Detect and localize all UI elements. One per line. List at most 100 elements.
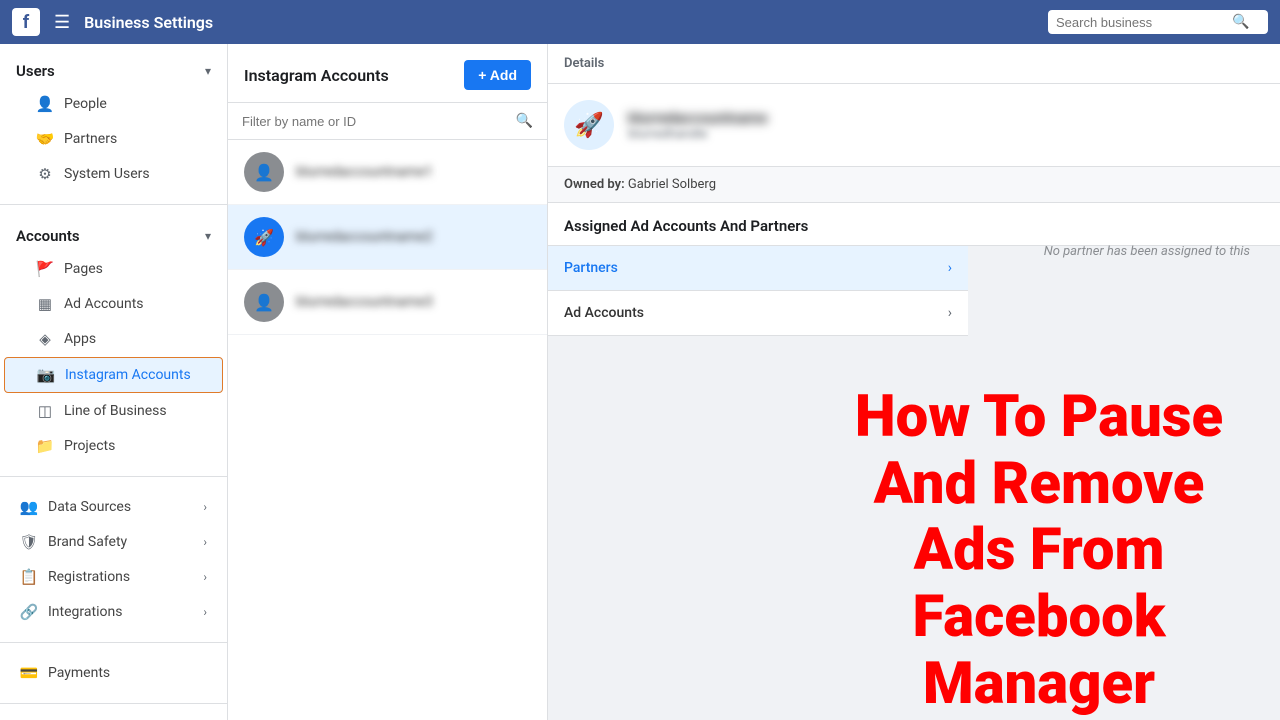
divider-2 <box>0 476 227 477</box>
users-chevron-icon: ▾ <box>205 64 211 78</box>
account-name-2: blurredaccountname2 <box>296 229 433 245</box>
list-panel-header: Instagram Accounts + Add <box>228 44 547 103</box>
sidebar-item-partners[interactable]: 🤝 Partners <box>4 122 223 156</box>
accounts-chevron-icon: ▾ <box>205 229 211 243</box>
account-name-1: blurredaccountname1 <box>296 164 433 180</box>
ad-accounts-label: Ad Accounts <box>64 296 144 312</box>
sidebar-item-apps[interactable]: ◈ Apps <box>4 322 223 356</box>
partners-chevron-icon: › <box>948 260 952 276</box>
main-layout: Users ▾ 👤 People 🤝 Partners ⚙ System Use… <box>0 44 1280 720</box>
overlay-text: How To Pause And Remove Ads From Faceboo… <box>798 384 1280 717</box>
sidebar-item-payments[interactable]: 💳 Payments <box>4 656 223 690</box>
integrations-label: Integrations <box>48 604 122 620</box>
detail-avatar: 🚀 <box>564 100 614 150</box>
sidebar-item-people[interactable]: 👤 People <box>4 87 223 121</box>
no-partner-message: No partner has been assigned to this <box>1044 244 1250 259</box>
line-of-business-icon: ◫ <box>36 402 54 420</box>
add-button[interactable]: + Add <box>464 60 531 90</box>
search-input[interactable] <box>1056 15 1226 30</box>
overlay-line1: How To Pause And Remove <box>798 384 1280 517</box>
list-item[interactable]: 🚀 blurredaccountname2 <box>228 205 547 270</box>
accounts-section: Accounts ▾ 🚩 Pages ▦ Ad Accounts ◈ Apps … <box>0 209 227 472</box>
detail-panel: Details 🚀 blurredaccountname blurredhand… <box>548 44 1280 720</box>
registrations-chevron-icon: › <box>203 570 207 584</box>
avatar: 🚀 <box>244 217 284 257</box>
sidebar-item-registrations[interactable]: 📋 Registrations › <box>4 560 223 594</box>
facebook-logo[interactable]: f <box>12 8 40 36</box>
list-panel: Instagram Accounts + Add 🔍 👤 blurredacco… <box>228 44 548 720</box>
security-section: 🔒 Security Center <box>0 708 227 720</box>
instagram-accounts-list: 👤 blurredaccountname1 🚀 blurredaccountna… <box>228 140 547 720</box>
divider-4 <box>0 703 227 704</box>
avatar: 👤 <box>244 282 284 322</box>
brand-safety-icon: 🛡 <box>20 533 38 551</box>
partners-row[interactable]: Partners › <box>548 246 968 291</box>
partners-row-label: Partners <box>564 260 618 276</box>
instagram-icon: 📷 <box>37 366 55 384</box>
payments-label: Payments <box>48 665 110 681</box>
accounts-section-title: Accounts <box>16 227 80 245</box>
owned-by-value: Gabriel Solberg <box>628 177 716 192</box>
users-section-header[interactable]: Users ▾ <box>0 52 227 86</box>
avatar: 👤 <box>244 152 284 192</box>
brand-safety-label: Brand Safety <box>48 534 127 550</box>
instagram-label: Instagram Accounts <box>65 367 191 383</box>
system-users-label: System Users <box>64 166 150 182</box>
integrations-chevron-icon: › <box>203 605 207 619</box>
sidebar-item-pages[interactable]: 🚩 Pages <box>4 252 223 286</box>
sidebar-item-ad-accounts[interactable]: ▦ Ad Accounts <box>4 287 223 321</box>
overlay-line3: Manager <box>798 651 1280 718</box>
list-item[interactable]: 👤 blurredaccountname1 <box>228 140 547 205</box>
sidebar: Users ▾ 👤 People 🤝 Partners ⚙ System Use… <box>0 44 228 720</box>
line-of-business-label: Line of Business <box>64 403 167 419</box>
system-users-icon: ⚙ <box>36 165 54 183</box>
app-title: Business Settings <box>84 13 1038 32</box>
sidebar-item-projects[interactable]: 📁 Projects <box>4 429 223 463</box>
detail-header: Details <box>548 44 1280 84</box>
divider-1 <box>0 204 227 205</box>
detail-account-handle: blurredhandle <box>628 127 767 142</box>
list-panel-title: Instagram Accounts <box>244 66 389 85</box>
list-item[interactable]: 👤 blurredaccountname3 <box>228 270 547 335</box>
detail-name-container: blurredaccountname blurredhandle <box>628 109 767 142</box>
pages-label: Pages <box>64 261 103 277</box>
users-section: Users ▾ 👤 People 🤝 Partners ⚙ System Use… <box>0 44 227 200</box>
data-sources-icon: 👥 <box>20 498 38 516</box>
divider-3 <box>0 642 227 643</box>
detail-owned-by: Owned by: Gabriel Solberg <box>548 167 1280 203</box>
filter-input[interactable] <box>242 114 508 129</box>
pages-icon: 🚩 <box>36 260 54 278</box>
sidebar-item-data-sources[interactable]: 👥 Data Sources › <box>4 490 223 524</box>
detail-profile: 🚀 blurredaccountname blurredhandle <box>548 84 1280 167</box>
sidebar-item-brand-safety[interactable]: 🛡 Brand Safety › <box>4 525 223 559</box>
search-icon: 🔍 <box>1232 14 1249 30</box>
sidebar-item-integrations[interactable]: 🔗 Integrations › <box>4 595 223 629</box>
data-sources-chevron-icon: › <box>203 500 207 514</box>
account-name-3: blurredaccountname3 <box>296 294 433 310</box>
sidebar-item-instagram[interactable]: 📷 Instagram Accounts <box>4 357 223 393</box>
ad-accounts-row[interactable]: Ad Accounts › <box>548 291 968 336</box>
hamburger-menu-icon[interactable]: ☰ <box>50 8 74 37</box>
users-section-title: Users <box>16 62 55 80</box>
sidebar-item-line-of-business[interactable]: ◫ Line of Business <box>4 394 223 428</box>
accounts-section-header[interactable]: Accounts ▾ <box>0 217 227 251</box>
topbar: f ☰ Business Settings 🔍 <box>0 0 1280 44</box>
search-bar: 🔍 <box>1048 10 1268 34</box>
ad-accounts-icon: ▦ <box>36 295 54 313</box>
detail-account-name: blurredaccountname <box>628 109 767 127</box>
ad-accounts-row-label: Ad Accounts <box>564 305 644 321</box>
data-sources-label: Data Sources <box>48 499 131 515</box>
overlay-line2: Ads From Facebook <box>798 517 1280 650</box>
ad-accounts-chevron-icon: › <box>948 305 952 321</box>
owned-by-label: Owned by: <box>564 177 625 192</box>
payments-icon: 💳 <box>20 664 38 682</box>
data-sources-section: 👥 Data Sources › 🛡 Brand Safety › 📋 Regi… <box>0 481 227 638</box>
sidebar-item-system-users[interactable]: ⚙ System Users <box>4 157 223 191</box>
registrations-label: Registrations <box>48 569 130 585</box>
content-area: Instagram Accounts + Add 🔍 👤 blurredacco… <box>228 44 1280 720</box>
people-icon: 👤 <box>36 95 54 113</box>
apps-icon: ◈ <box>36 330 54 348</box>
filter-search-icon: 🔍 <box>516 113 533 129</box>
registrations-icon: 📋 <box>20 568 38 586</box>
payments-section: 💳 Payments <box>0 647 227 699</box>
